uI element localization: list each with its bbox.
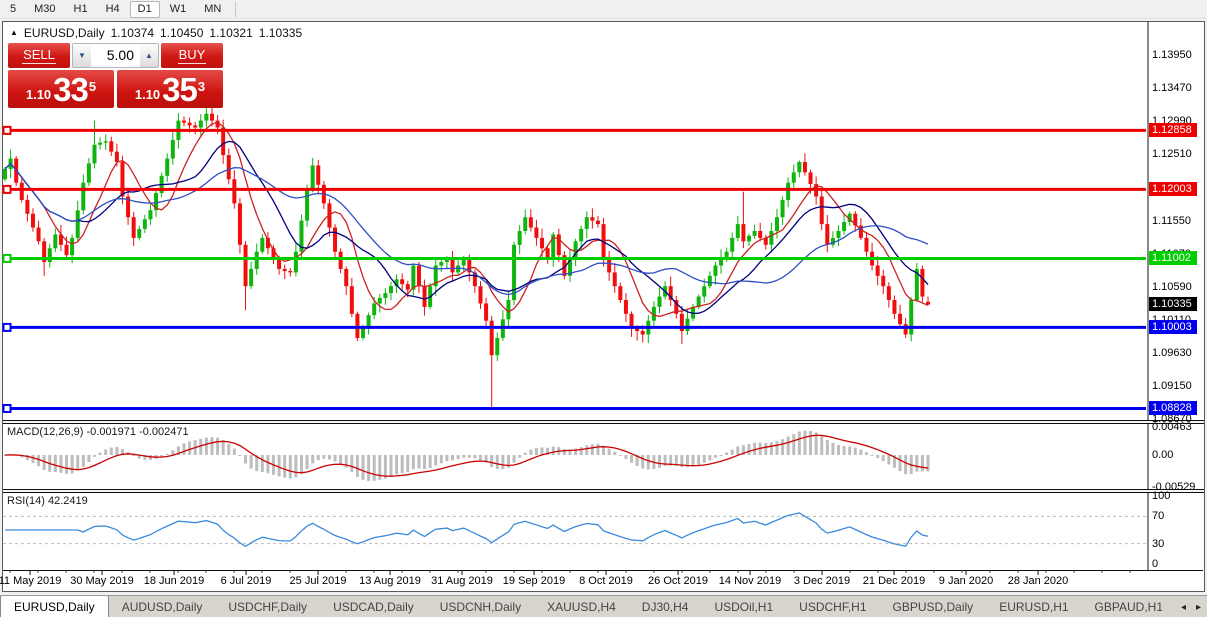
sell-price-pips: 33 bbox=[53, 75, 88, 105]
price-axis-tick: 1.09150 bbox=[1152, 380, 1192, 392]
time-axis-label: 13 Aug 2019 bbox=[359, 575, 421, 587]
symbol-tab-dj30-h4[interactable]: DJ30,H4 bbox=[629, 596, 702, 617]
symbol-tab-bar: EURUSD,DailyAUDUSD,DailyUSDCHF,DailyUSDC… bbox=[0, 595, 1207, 617]
rsi-label: RSI(14) 42.2419 bbox=[7, 495, 88, 507]
timeframe-button-d1[interactable]: D1 bbox=[130, 1, 160, 18]
macd-label: MACD(12,26,9) -0.001971 -0.002471 bbox=[7, 426, 189, 438]
symbol-tab-usdchf-h1[interactable]: USDCHF,H1 bbox=[786, 596, 879, 617]
symbol-tab-usdcad-daily[interactable]: USDCAD,Daily bbox=[320, 596, 427, 617]
price-axis-tick: 1.10590 bbox=[1152, 281, 1192, 293]
level-price-badge: 1.12003 bbox=[1149, 182, 1197, 196]
ohlc-open: 1.10374 bbox=[111, 26, 154, 40]
volume-stepper: ▼ 5.00 ▲ bbox=[72, 43, 159, 68]
timeframe-button-h1[interactable]: H1 bbox=[66, 1, 96, 18]
volume-increase-button[interactable]: ▲ bbox=[140, 44, 158, 67]
time-axis-label: 30 May 2019 bbox=[70, 575, 134, 587]
tabs-scroll-right-icon[interactable]: ▸ bbox=[1196, 602, 1201, 613]
level-price-badge: 1.12858 bbox=[1149, 123, 1197, 137]
time-axis-label: 28 Jan 2020 bbox=[1008, 575, 1069, 587]
volume-input[interactable]: 5.00 bbox=[91, 44, 140, 67]
buy-price-pips: 35 bbox=[162, 75, 197, 105]
timeframe-toolbar: 5M30H1H4D1W1MN bbox=[0, 0, 1207, 19]
time-axis-label: 25 Jul 2019 bbox=[290, 575, 347, 587]
time-axis-label: 8 Oct 2019 bbox=[579, 575, 633, 587]
time-axis-label: 11 May 2019 bbox=[0, 575, 61, 587]
symbol-tab-usdcnh-daily[interactable]: USDCNH,Daily bbox=[427, 596, 534, 617]
price-axis-tick: 1.12510 bbox=[1152, 148, 1192, 160]
rsi-axis-value: 0 bbox=[1152, 558, 1158, 570]
price-axis-tick: 1.13470 bbox=[1152, 82, 1192, 94]
level-price-badge: 1.11002 bbox=[1149, 251, 1197, 265]
timeframe-button-w1[interactable]: W1 bbox=[162, 1, 195, 18]
sell-price-panel[interactable]: 1.10 33 5 bbox=[8, 70, 114, 108]
symbol-tab-usdchf-daily[interactable]: USDCHF,Daily bbox=[215, 596, 320, 617]
ohlc-high: 1.10450 bbox=[160, 26, 203, 40]
time-axis-label: 9 Jan 2020 bbox=[939, 575, 993, 587]
time-axis-label: 18 Jun 2019 bbox=[144, 575, 205, 587]
timeframe-button-m30[interactable]: M30 bbox=[26, 1, 63, 18]
ohlc-low: 1.10321 bbox=[209, 26, 252, 40]
macd-pane-splitter[interactable] bbox=[3, 420, 1204, 424]
symbol-tab-gbpusd-daily[interactable]: GBPUSD,Daily bbox=[880, 596, 987, 617]
timeframe-button-5[interactable]: 5 bbox=[2, 1, 24, 18]
rsi-axis-value: 70 bbox=[1152, 510, 1164, 522]
current-price-badge: 1.10335 bbox=[1149, 297, 1197, 311]
one-click-trading-widget: SELL ▼ 5.00 ▲ BUY 1.10 33 5 1.10 35 3 bbox=[8, 43, 223, 108]
symbol-tab-gbpaud-h1[interactable]: GBPAUD,H1 bbox=[1082, 596, 1162, 617]
price-axis-tick: 1.13950 bbox=[1152, 49, 1192, 61]
volume-decrease-button[interactable]: ▼ bbox=[73, 44, 91, 67]
chart-symbol-title: EURUSD,Daily bbox=[24, 26, 105, 40]
tabs-scroll-left-icon[interactable]: ◂ bbox=[1181, 602, 1186, 613]
time-axis-label: 19 Sep 2019 bbox=[503, 575, 565, 587]
buy-price-point: 3 bbox=[198, 70, 205, 104]
price-axis-tick: 1.09630 bbox=[1152, 347, 1192, 359]
time-axis-label: 31 Aug 2019 bbox=[431, 575, 493, 587]
chart-ohlc-header: ▲ EURUSD,Daily 1.10374 1.10450 1.10321 1… bbox=[10, 26, 302, 40]
rsi-axis-value: 30 bbox=[1152, 538, 1164, 550]
symbol-tab-audusd-daily[interactable]: AUDUSD,Daily bbox=[109, 596, 216, 617]
level-price-badge: 1.10003 bbox=[1149, 320, 1197, 334]
macd-axis-value: 0.00463 bbox=[1152, 421, 1192, 433]
rsi-pane-splitter[interactable] bbox=[3, 489, 1204, 493]
time-axis-label: 14 Nov 2019 bbox=[719, 575, 781, 587]
timeframe-button-mn[interactable]: MN bbox=[196, 1, 229, 18]
rsi-axis-value: 100 bbox=[1152, 490, 1170, 502]
buy-price-panel[interactable]: 1.10 35 3 bbox=[117, 70, 223, 108]
price-axis-tick: 1.11550 bbox=[1152, 215, 1191, 227]
symbol-tab-eurusd-daily[interactable]: EURUSD,Daily bbox=[0, 595, 109, 617]
symbol-tab-xauusd-h4[interactable]: XAUUSD,H4 bbox=[534, 596, 629, 617]
time-axis-label: 26 Oct 2019 bbox=[648, 575, 708, 587]
symbol-tab-usdoil-h1[interactable]: USDOil,H1 bbox=[701, 596, 786, 617]
symbol-tab-eurusd-h1[interactable]: EURUSD,H1 bbox=[986, 596, 1081, 617]
time-axis-separator bbox=[3, 570, 1203, 571]
buy-price-figure: 1.10 bbox=[135, 85, 160, 105]
timeframe-button-h4[interactable]: H4 bbox=[98, 1, 128, 18]
sell-price-point: 5 bbox=[89, 70, 96, 104]
level-price-badge: 1.08828 bbox=[1149, 401, 1197, 415]
buy-button[interactable]: BUY bbox=[161, 43, 223, 68]
time-axis-label: 21 Dec 2019 bbox=[863, 575, 925, 587]
macd-axis-value: 0.00 bbox=[1152, 449, 1173, 461]
time-axis-label: 6 Jul 2019 bbox=[221, 575, 272, 587]
collapse-triangle-icon[interactable]: ▲ bbox=[10, 28, 18, 37]
sell-button[interactable]: SELL bbox=[8, 43, 70, 68]
sell-price-figure: 1.10 bbox=[26, 85, 51, 105]
time-axis-label: 3 Dec 2019 bbox=[794, 575, 850, 587]
ohlc-close: 1.10335 bbox=[259, 26, 302, 40]
toolbar-separator bbox=[235, 2, 236, 17]
